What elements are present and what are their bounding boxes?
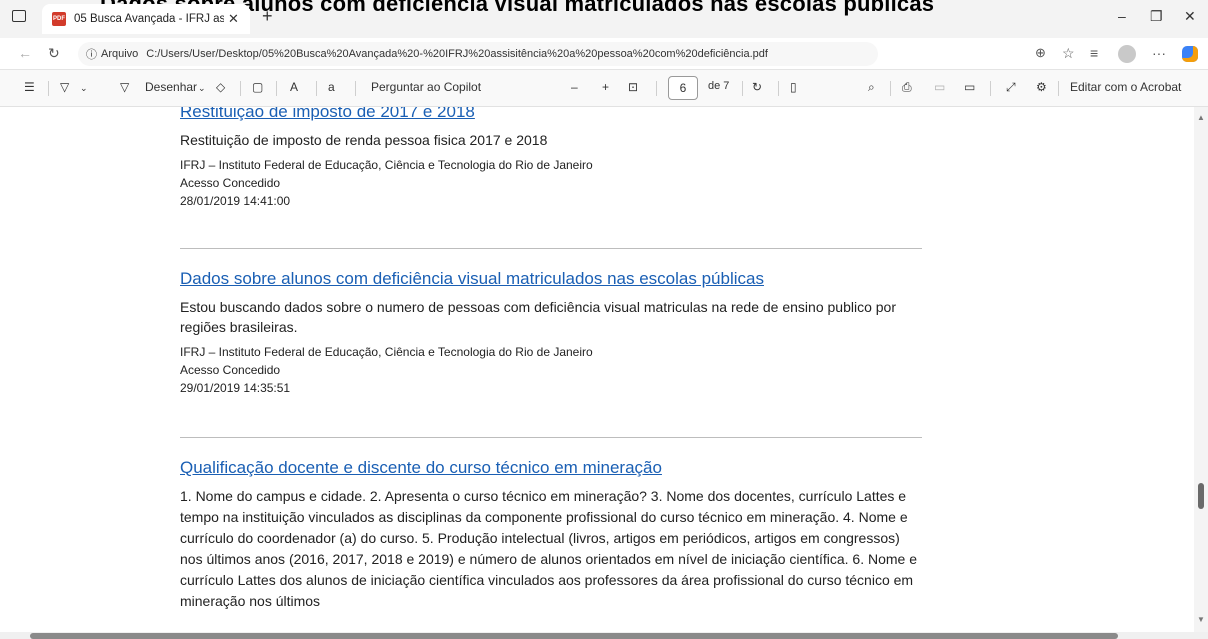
fit-page-icon[interactable]: ⊡: [628, 80, 638, 94]
zoom-in-button[interactable]: +: [602, 80, 609, 94]
result-meta: IFRJ – Instituto Federal de Educação, Ci…: [180, 343, 922, 397]
divider: [180, 248, 922, 249]
result-title-link[interactable]: Restituição de imposto de 2017 e 2018: [180, 107, 922, 122]
result-status: Acesso Concedido: [180, 363, 281, 377]
save-icon: ▭: [934, 80, 946, 94]
toolbar-separator: [990, 81, 991, 96]
result-meta: IFRJ – Instituto Federal de Educação, Ci…: [180, 156, 922, 210]
horizontal-scrollbar[interactable]: [0, 632, 1208, 639]
result-entry: Qualificação docente e discente do curso…: [180, 458, 922, 612]
horizontal-scroll-thumb[interactable]: [30, 633, 1118, 639]
result-title-link[interactable]: Dados sobre alunos com deficiência visua…: [180, 269, 922, 289]
refresh-icon[interactable]: ↻: [48, 45, 60, 62]
draw-pen-icon[interactable]: ▽: [120, 80, 129, 94]
zoom-icon[interactable]: ⊕: [1035, 45, 1046, 61]
highlight-icon[interactable]: ▽: [60, 80, 69, 94]
page-total-label: de 7: [708, 80, 730, 92]
copilot-icon[interactable]: [1182, 46, 1198, 62]
more-menu-icon[interactable]: ···: [1152, 45, 1166, 61]
new-tab-icon[interactable]: +: [262, 6, 273, 27]
chevron-down-icon[interactable]: ⌄: [80, 83, 88, 94]
toolbar-separator: [778, 81, 779, 96]
minimize-button[interactable]: –: [1118, 8, 1126, 24]
favorite-star-icon[interactable]: ☆: [1062, 45, 1075, 62]
result-institution: IFRJ – Instituto Federal de Educação, Ci…: [180, 345, 593, 359]
chevron-down-icon[interactable]: ⌄: [198, 83, 206, 94]
ask-copilot-button[interactable]: Perguntar ao Copilot: [371, 80, 481, 94]
tab-title: 05 Busca Avançada - IFRJ assistênc: [74, 13, 224, 25]
toolbar-separator: [48, 81, 49, 96]
draw-button[interactable]: Desenhar: [145, 80, 197, 94]
close-tab-icon[interactable]: ✕: [228, 11, 239, 27]
scroll-up-arrow-icon[interactable]: ▲: [1197, 113, 1205, 122]
toolbar-separator: [656, 81, 657, 96]
contents-icon[interactable]: ☰: [24, 80, 35, 94]
close-window-button[interactable]: ✕: [1184, 8, 1196, 25]
profile-avatar[interactable]: [1118, 45, 1136, 63]
vertical-scrollbar[interactable]: ▲ ▼: [1194, 107, 1208, 632]
vertical-scroll-thumb[interactable]: [1198, 483, 1204, 509]
back-arrow-icon[interactable]: ←: [18, 45, 32, 61]
zoom-out-button[interactable]: –: [571, 80, 578, 94]
print-icon[interactable]: ⎙: [902, 80, 912, 95]
toolbar-separator: [316, 81, 317, 96]
url-field[interactable]: ⓘ Arquivo C:/Users/User/Desktop/05%20Bus…: [78, 42, 878, 66]
pdf-toolbar: ☰ ▽ ⌄ ▽ Desenhar ⌄ ◇ ▢ A a Perguntar ao …: [0, 70, 1208, 107]
scroll-down-arrow-icon[interactable]: ▼: [1197, 615, 1205, 624]
eraser-icon[interactable]: ◇: [216, 80, 225, 94]
address-bar: ← ↻ ⓘ Arquivo C:/Users/User/Desktop/05%2…: [0, 38, 1208, 70]
toolbar-separator: [355, 81, 356, 96]
toolbar-separator: [742, 81, 743, 96]
rotate-icon[interactable]: ↻: [752, 80, 762, 94]
toolbar-separator: [276, 81, 277, 96]
pdf-file-icon: PDF: [52, 12, 66, 26]
result-description: Restituição de imposto de renda pessoa f…: [180, 132, 548, 148]
toolbar-separator: [890, 81, 891, 96]
search-icon[interactable]: ⌕: [868, 80, 875, 95]
tab-strip: Dados sobre alunos com deficiência visua…: [0, 0, 1208, 38]
result-institution: IFRJ – Instituto Federal de Educação, Ci…: [180, 158, 593, 172]
result-entry: Restituição de imposto de 2017 e 2018 Re…: [180, 107, 922, 210]
translate-icon[interactable]: a: [328, 80, 335, 94]
tab-actions-icon[interactable]: [12, 10, 26, 22]
info-icon[interactable]: ⓘ: [86, 46, 97, 62]
settings-icon[interactable]: ⚙: [1036, 80, 1047, 94]
divider: [180, 437, 922, 438]
page-view-icon[interactable]: ▯: [790, 80, 797, 94]
result-title-link[interactable]: Qualificação docente e discente do curso…: [180, 458, 922, 478]
text-box-icon[interactable]: ▢: [252, 80, 263, 94]
read-aloud-icon[interactable]: A: [290, 80, 298, 94]
save-as-icon[interactable]: ▭: [964, 80, 975, 94]
result-date: 29/01/2019 14:35:51: [180, 381, 291, 395]
url-text: C:/Users/User/Desktop/05%20Busca%20Avanç…: [146, 48, 768, 60]
result-entry: Dados sobre alunos com deficiência visua…: [180, 269, 922, 397]
fullscreen-icon[interactable]: ⤢: [1006, 80, 1016, 95]
result-description: Estou buscando dados sobre o numero de p…: [180, 299, 896, 335]
browser-tab[interactable]: PDF 05 Busca Avançada - IFRJ assistênc ✕: [42, 4, 250, 34]
result-status: Acesso Concedido: [180, 176, 281, 190]
result-date: 28/01/2019 14:41:00: [180, 194, 291, 208]
url-scheme-label: Arquivo: [101, 48, 139, 60]
edit-in-acrobat-button[interactable]: Editar com o Acrobat: [1070, 80, 1181, 94]
pdf-page: Restituição de imposto de 2017 e 2018 Re…: [0, 107, 1208, 639]
page-number-input[interactable]: 6: [668, 76, 698, 100]
toolbar-separator: [1058, 81, 1059, 96]
toolbar-separator: [240, 81, 241, 96]
restore-button[interactable]: ❐: [1150, 8, 1163, 25]
favorites-list-icon[interactable]: ≡: [1090, 45, 1098, 61]
result-description: 1. Nome do campus e cidade. 2. Apresenta…: [180, 488, 918, 609]
